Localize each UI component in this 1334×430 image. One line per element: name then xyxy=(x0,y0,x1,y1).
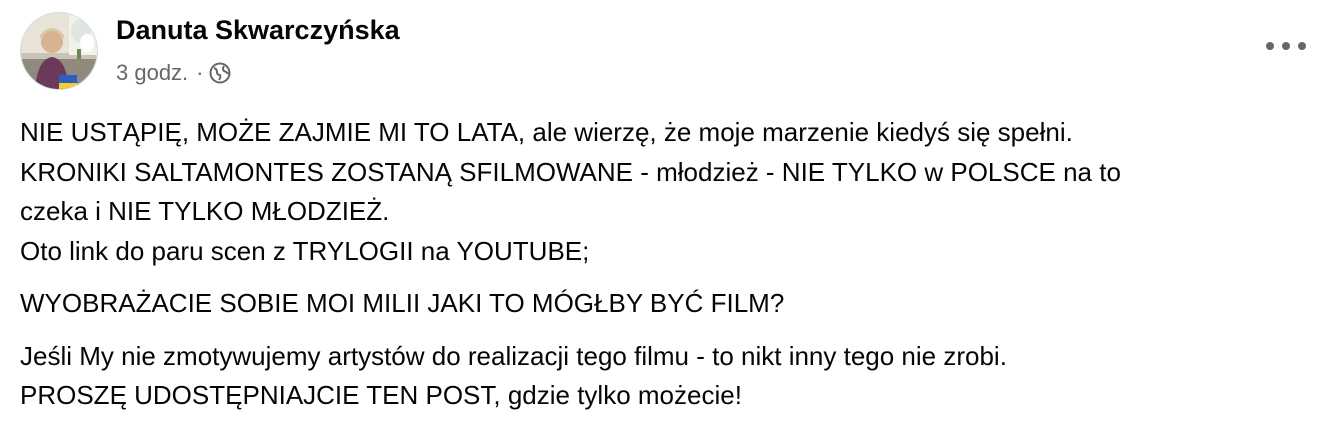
avatar[interactable] xyxy=(20,12,98,90)
text-line: Jeśli My nie zmotywujemy artystów do rea… xyxy=(20,340,1007,371)
more-options-icon xyxy=(1266,42,1274,50)
post-paragraph: NIE USTĄPIĘ, MOŻE ZAJMIE MI TO LATA, ale… xyxy=(20,113,1310,271)
post-card: Danuta Skwarczyńska 3 godz. · NIE USTĄPI… xyxy=(0,0,1334,430)
post-timestamp[interactable]: 3 godz. xyxy=(116,60,188,86)
text-line: WYOBRAŻACIE SOBIE MOI MILII JAKI TO MÓGŁ… xyxy=(20,288,785,318)
text-line: NIE USTĄPIĘ, MOŻE ZAJMIE MI TO LATA, ale… xyxy=(20,117,1073,147)
post-paragraph: Jeśli My nie zmotywujemy artystów do rea… xyxy=(20,337,1310,416)
globe-icon xyxy=(209,62,231,84)
meta-separator: · xyxy=(196,60,204,85)
post-meta: 3 godz. · xyxy=(116,60,231,86)
post-paragraph: WYOBRAŻACIE SOBIE MOI MILII JAKI TO MÓGŁ… xyxy=(20,284,1310,324)
more-options-button[interactable] xyxy=(1266,33,1306,59)
text-line: czeka i NIE TYLKO MŁODZIEŻ. xyxy=(20,196,390,226)
text-line: PROSZĘ UDOSTĘPNIAJCIE TEN POST, gdzie ty… xyxy=(20,380,742,410)
text-line: Oto link do paru scen z TRYLOGII na YOUT… xyxy=(20,235,590,266)
post-text: NIE USTĄPIĘ, MOŻE ZAJMIE MI TO LATA, ale… xyxy=(20,113,1310,429)
author-name[interactable]: Danuta Skwarczyńska xyxy=(116,15,400,46)
text-line: KRONIKI SALTAMONTES ZOSTANĄ SFILMOWANE -… xyxy=(20,156,1121,187)
